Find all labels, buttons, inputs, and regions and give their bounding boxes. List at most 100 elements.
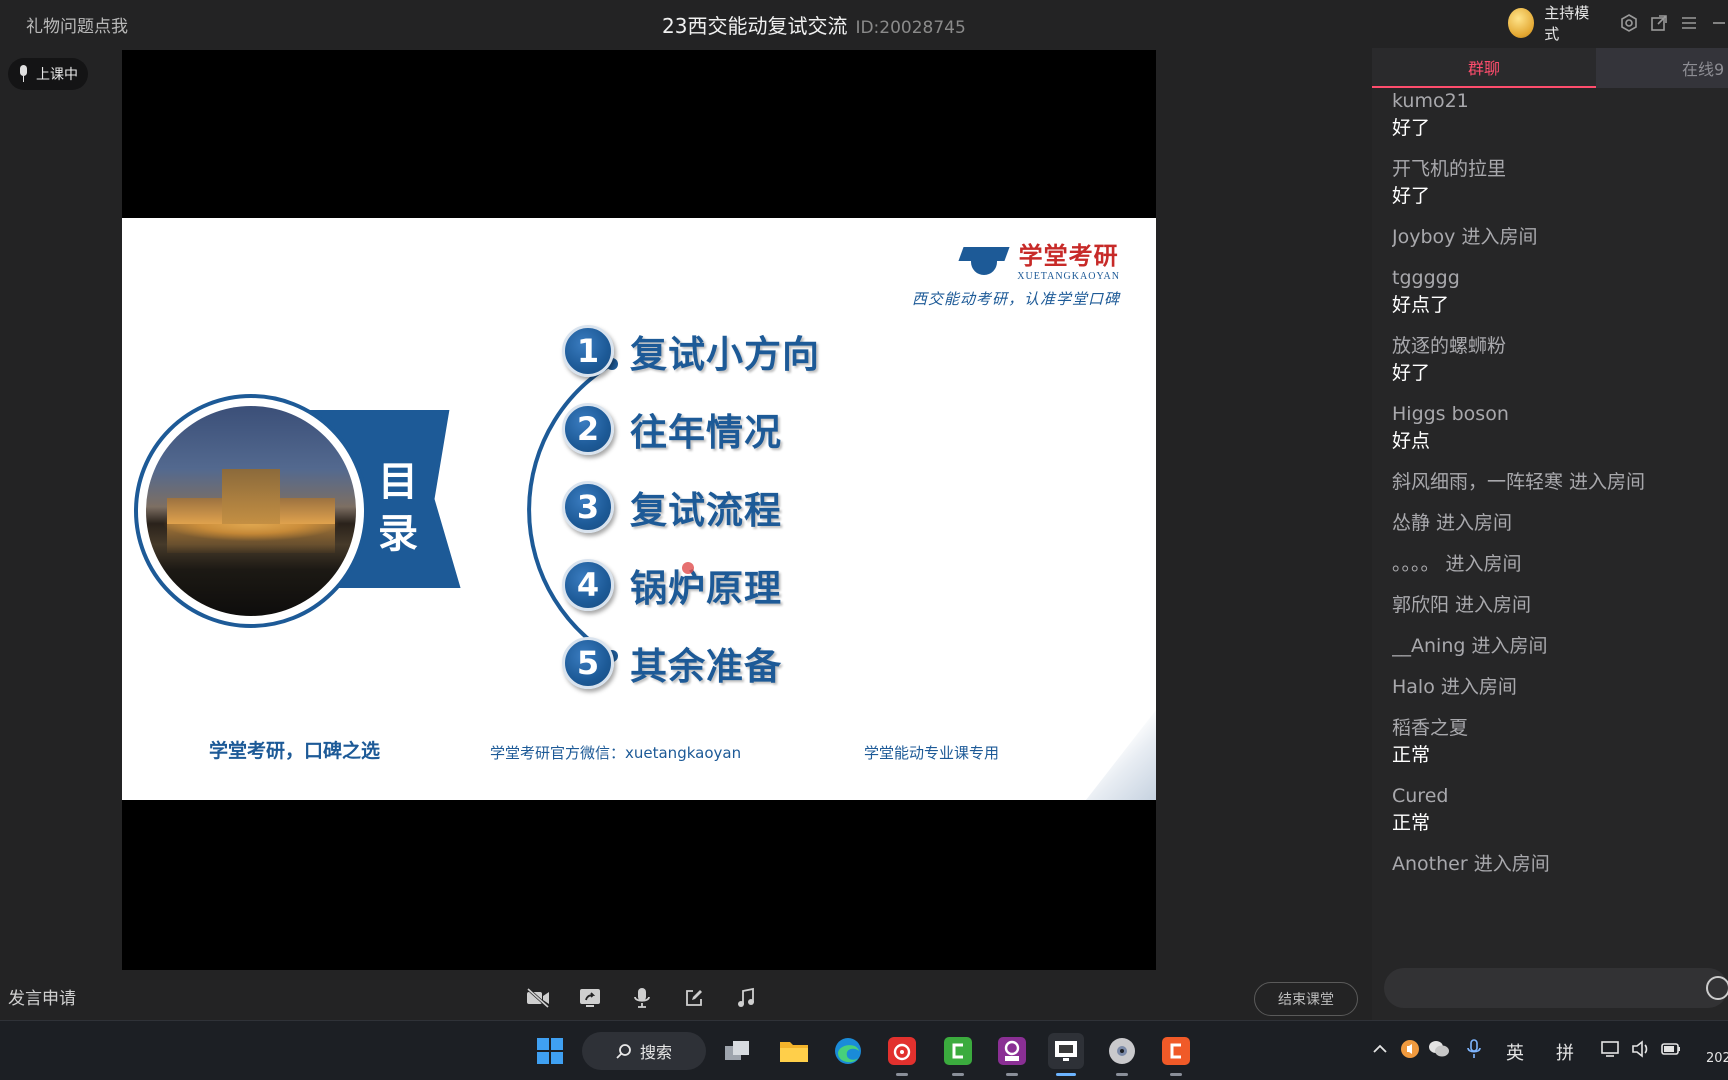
minimize-icon[interactable]	[1709, 12, 1728, 34]
camera-off-icon[interactable]	[524, 984, 552, 1012]
chat-message: Another 进入房间	[1392, 851, 1728, 878]
chat-input[interactable]	[1384, 968, 1728, 1008]
chat-message-text: 好了	[1392, 117, 1431, 139]
start-button[interactable]	[532, 1033, 568, 1069]
chat-message: 稻香之夏 正常	[1392, 715, 1728, 769]
microphone-icon[interactable]	[628, 984, 656, 1012]
chat-message-text: 正常	[1392, 812, 1431, 834]
chat-message: 开飞机的拉里 好了	[1392, 156, 1728, 210]
music-icon[interactable]	[732, 984, 760, 1012]
toc-item: 3 复试流程	[562, 468, 820, 546]
speak-request-button[interactable]: 发言申请	[8, 984, 76, 1009]
toc-item-number: 2	[562, 403, 614, 455]
volume-icon[interactable]	[1630, 1039, 1652, 1064]
netease-music-icon[interactable]	[884, 1033, 920, 1076]
toc-item-label: 复试小方向	[630, 333, 820, 376]
toc-item: 4 锅炉原理	[562, 546, 820, 624]
toc-item-label: 复试流程	[630, 489, 782, 532]
chat-message-sender: 斜风细雨，一阵轻寒 进入房间	[1392, 471, 1646, 493]
chat-message-text: 好点	[1392, 430, 1431, 452]
toc-list: 1 复试小方向 2 往年情况 3 复试流程 4 锅炉原理 5 其余准备	[562, 312, 820, 702]
room-title: 23西交能动复试交流	[662, 14, 848, 38]
brand-logo: 学堂考研 XUETANGKAOYAN	[957, 236, 1120, 282]
recorder-app-icon[interactable]	[1158, 1033, 1194, 1076]
chat-message: 。。。。 进入房间	[1392, 551, 1728, 578]
classroom-app: 礼物问题点我 23西交能动复试交流 ID:20028745 主持模式 上课中 学…	[0, 0, 1728, 1020]
ime-language[interactable]: 英	[1506, 1039, 1524, 1065]
end-class-button[interactable]: 结束课堂	[1254, 982, 1358, 1016]
chat-message: Cured 正常	[1392, 783, 1728, 837]
toc-item: 2 往年情况	[562, 390, 820, 468]
class-status-label: 上课中	[36, 67, 78, 83]
host-avatar[interactable]	[1508, 8, 1535, 38]
toc-item-number: 1	[562, 325, 614, 377]
chat-message-sender: 稻香之夏	[1392, 717, 1469, 739]
ime-mode[interactable]: 拼	[1556, 1039, 1574, 1065]
chat-panel: 群聊 在线9 kumo21 好了 开飞机的拉里 好了 Joyboy 进入房间 tggggg…	[1372, 48, 1728, 1020]
chat-message: tggggg 好点了	[1392, 265, 1728, 319]
settings-icon[interactable]	[1619, 12, 1639, 34]
control-bar	[524, 984, 760, 1012]
toc-item-label: 锅炉原理	[630, 567, 782, 610]
chat-message-sender: kumo21	[1392, 90, 1469, 112]
pdf-app-icon[interactable]	[994, 1033, 1030, 1076]
graduation-cap-icon	[957, 239, 1011, 279]
os-taskbar: 搜索 英 拼 202	[0, 1020, 1728, 1080]
top-bar: 礼物问题点我 23西交能动复试交流 ID:20028745 主持模式	[0, 0, 1728, 46]
chat-message: 郭欣阳 进入房间	[1392, 592, 1728, 619]
toc-item: 5 其余准备	[562, 624, 820, 702]
whiteboard-edit-icon[interactable]	[680, 984, 708, 1012]
screen-share-icon[interactable]	[576, 984, 604, 1012]
edge-browser-icon[interactable]	[830, 1033, 866, 1069]
media-disc-icon[interactable]	[1104, 1033, 1140, 1076]
logo-text: 学堂考研	[1018, 241, 1119, 270]
slide-footer-wechat: 学堂考研官方微信：xuetangkaoyan	[490, 744, 742, 762]
audio-tray-icon[interactable]	[1400, 1039, 1420, 1064]
chat-tabs: 群聊 在线9	[1372, 48, 1728, 88]
chat-messages[interactable]: kumo21 好了 开飞机的拉里 好了 Joyboy 进入房间 tggggg 好点了 放逐的螺…	[1392, 88, 1728, 988]
microphone-icon	[16, 65, 30, 83]
microphone-tray-icon[interactable]	[1466, 1038, 1482, 1065]
chat-message-sender: Cured	[1392, 785, 1449, 807]
camtasia-icon[interactable]	[940, 1033, 976, 1076]
shared-screen: 学堂考研 XUETANGKAOYAN 西交能动考研，认准学堂口碑 目 录 1 复…	[122, 50, 1156, 970]
tab-online[interactable]: 在线9	[1596, 48, 1728, 88]
chat-message-sender: 。。。。 进入房间	[1392, 553, 1522, 575]
chat-message: 斜风细雨，一阵轻寒 进入房间	[1392, 469, 1728, 496]
chat-message-text: 好了	[1392, 185, 1431, 207]
taskbar-search[interactable]: 搜索	[582, 1032, 706, 1070]
show-hidden-icons-chevron-up-icon[interactable]	[1372, 1041, 1388, 1062]
task-view-icon[interactable]	[720, 1033, 756, 1069]
chat-message-sender: Halo 进入房间	[1392, 676, 1517, 698]
chat-message-sender: Higgs boson	[1392, 403, 1509, 425]
chat-message: Higgs boson 好点	[1392, 401, 1728, 455]
menu-icon[interactable]	[1679, 12, 1699, 34]
network-icon[interactable]	[1600, 1039, 1622, 1064]
popout-icon[interactable]	[1649, 12, 1669, 34]
file-explorer-icon[interactable]	[776, 1033, 812, 1069]
chat-message-text: 正常	[1392, 744, 1431, 766]
chat-message-sender: 郭欣阳 进入房间	[1392, 594, 1532, 616]
search-label: 搜索	[639, 1043, 672, 1062]
tab-group-chat[interactable]: 群聊	[1372, 48, 1596, 88]
clock-partial[interactable]: 202	[1706, 1051, 1728, 1066]
toc-item-number: 4	[562, 559, 614, 611]
emoji-icon[interactable]	[1706, 976, 1728, 1000]
chat-message: __Aning 进入房间	[1392, 633, 1728, 660]
chat-message-sender: 放逐的螺蛳粉	[1392, 335, 1507, 357]
slide-footer-left: 学堂考研，口碑之选	[209, 740, 381, 762]
laser-pointer	[682, 562, 694, 574]
chat-message: 怂静 进入房间	[1392, 510, 1728, 537]
classroom-app-icon[interactable]	[1048, 1033, 1084, 1076]
chat-message: 放逐的螺蛳粉 好了	[1392, 333, 1728, 387]
host-mode-label[interactable]: 主持模式	[1544, 2, 1597, 44]
wechat-icon[interactable]	[1428, 1039, 1450, 1064]
toc-title: 目 录	[378, 459, 418, 557]
battery-icon[interactable]	[1660, 1039, 1682, 1064]
campus-photo	[134, 394, 368, 628]
presentation-slide: 学堂考研 XUETANGKAOYAN 西交能动考研，认准学堂口碑 目 录 1 复…	[122, 218, 1156, 800]
chat-message-sender: Another 进入房间	[1392, 853, 1550, 875]
room-title-area: 23西交能动复试交流 ID:20028745	[662, 10, 966, 39]
slide-footer-right: 学堂能动专业课专用	[864, 744, 1000, 762]
gift-help-link[interactable]: 礼物问题点我	[26, 12, 128, 37]
